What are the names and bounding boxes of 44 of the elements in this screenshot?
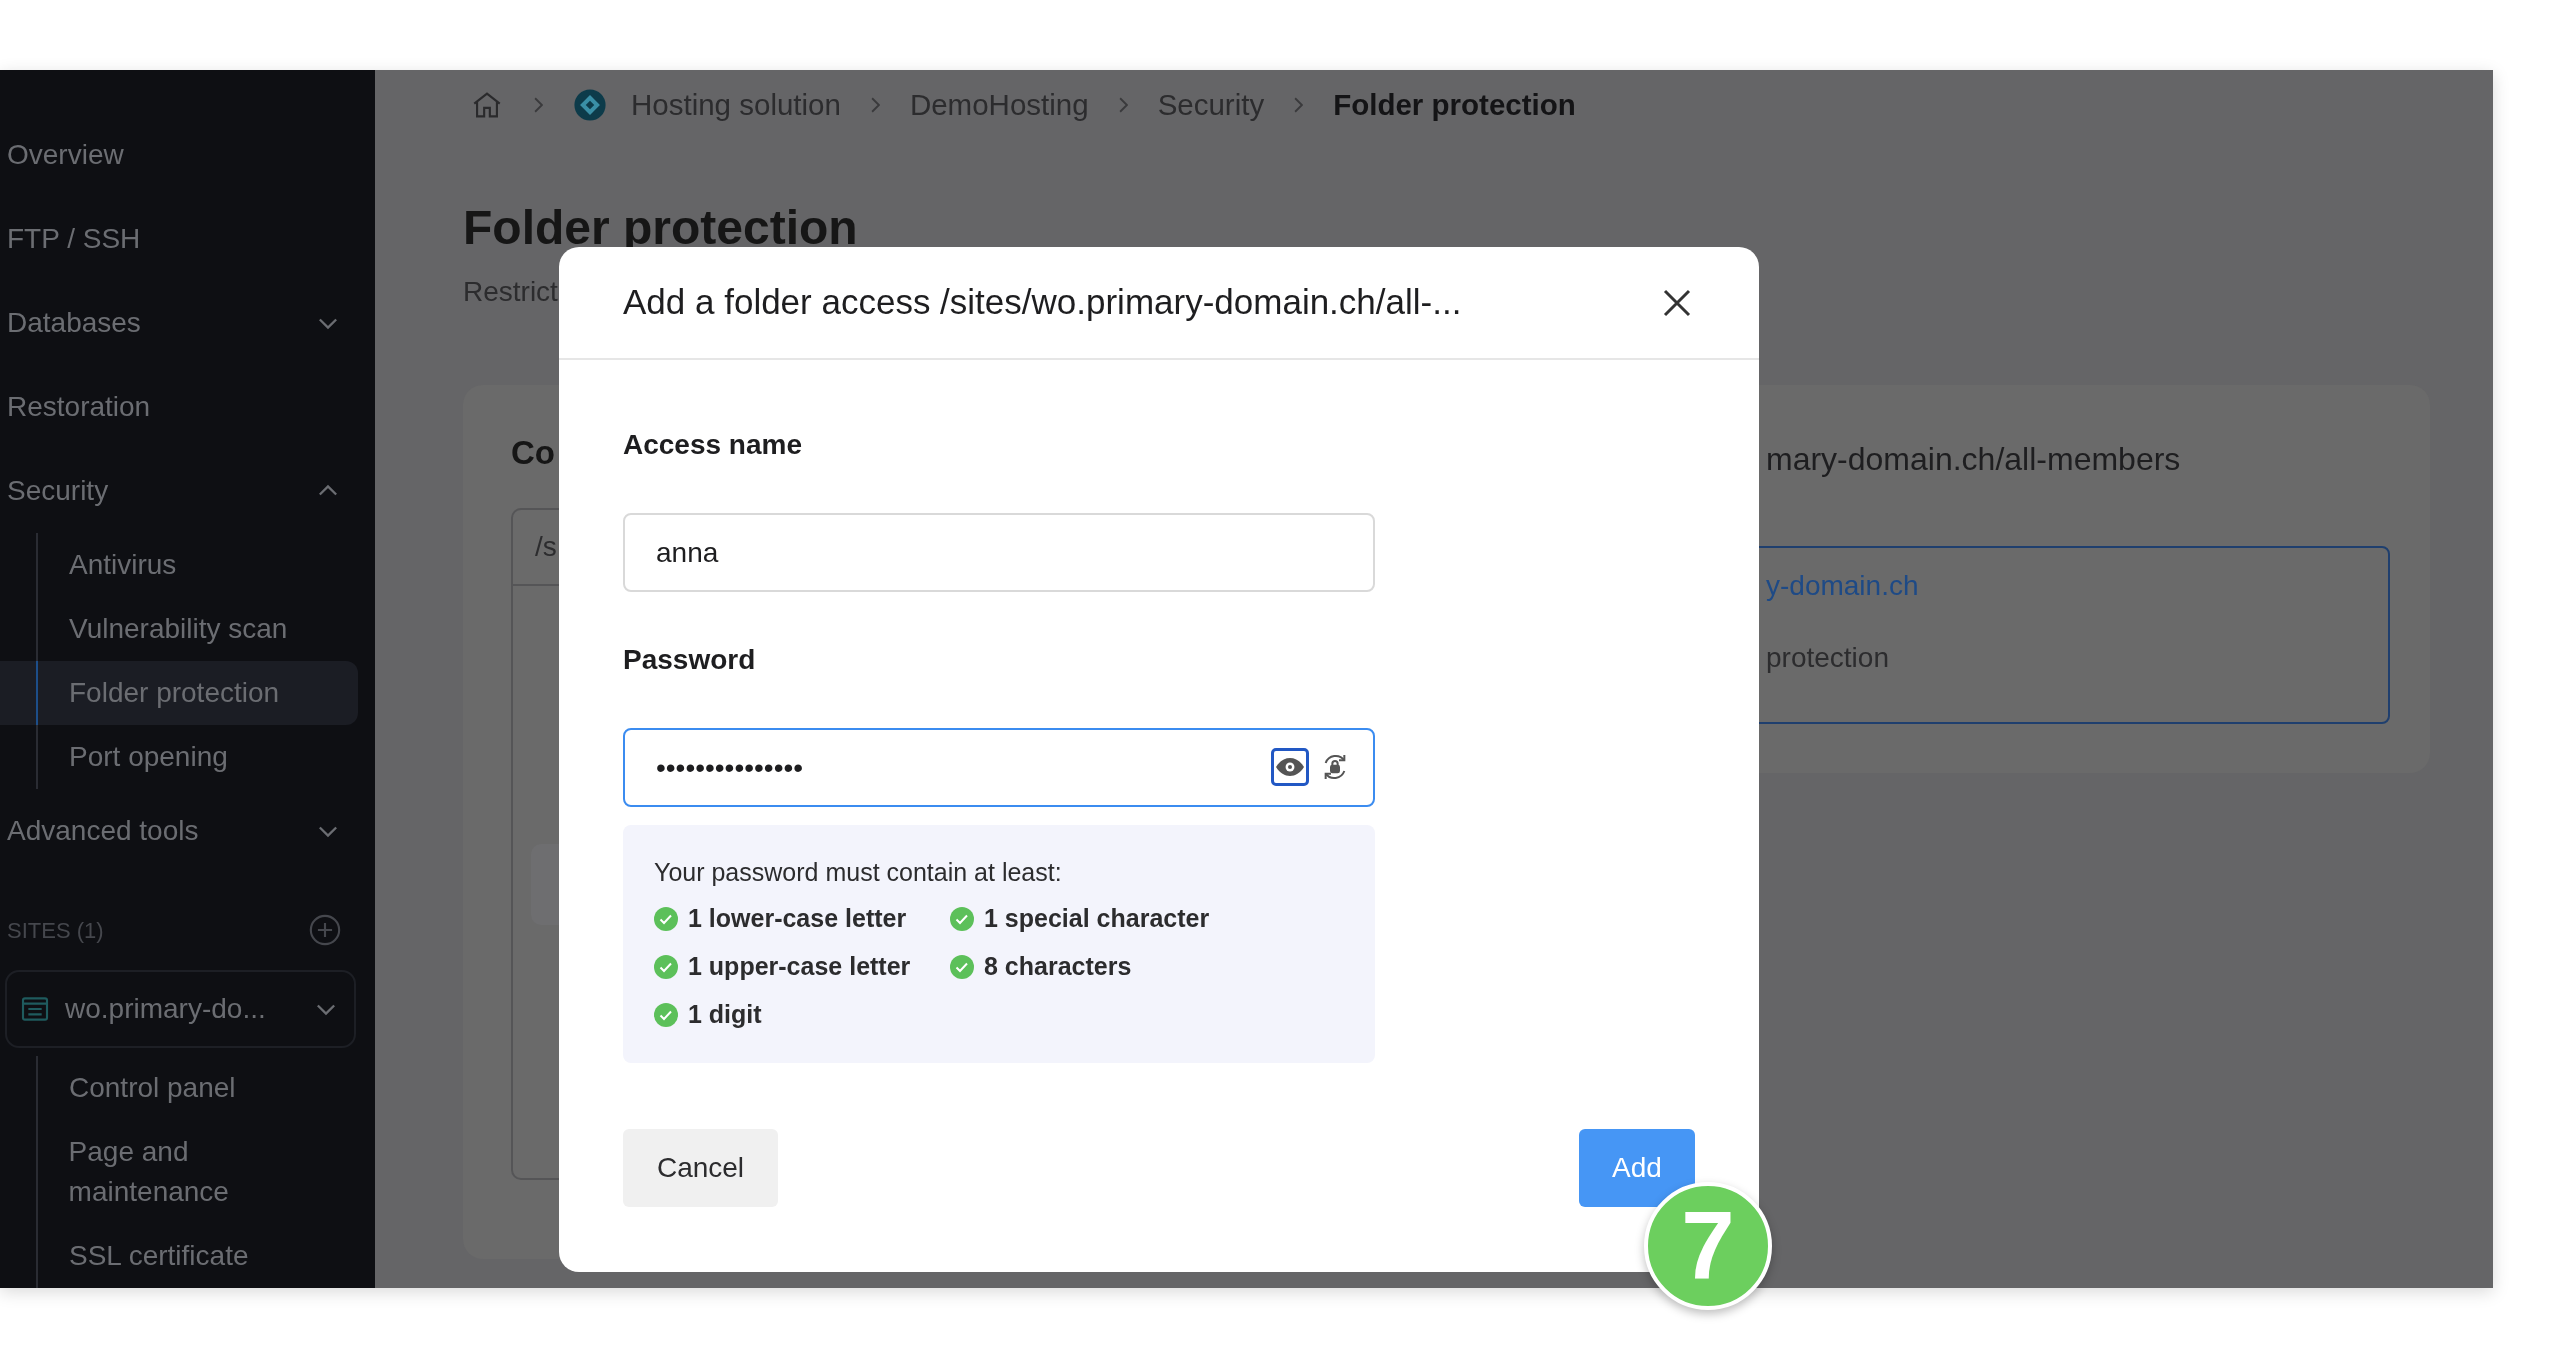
field-label: Password: [623, 643, 757, 677]
chevron-right-icon: [1118, 97, 1128, 113]
sidebar-subitem[interactable]: Antivirus: [38, 545, 177, 585]
site-selector[interactable]: wo.primary-do...: [5, 970, 356, 1048]
sidebar-item[interactable]: Overview: [7, 134, 124, 176]
sidebar-subitem[interactable]: Control panel: [38, 1056, 296, 1120]
breadcrumb-link[interactable]: DemoHosting: [909, 82, 1089, 128]
sidebar-item[interactable]: Databases: [7, 302, 141, 344]
requirement-text: 1 upper-case letter: [688, 951, 911, 983]
show-password-button[interactable]: [1271, 748, 1309, 786]
detail-text: protection: [1766, 641, 1890, 675]
card-heading: mary-domain.ch/all-members: [1766, 440, 2182, 479]
sidebar-item[interactable]: Advanced tools: [7, 810, 199, 852]
chevron-right-icon: [534, 97, 543, 113]
text-field[interactable]: anna: [623, 513, 1375, 592]
list-header: /s: [535, 530, 557, 564]
sidebar-item[interactable]: Restoration: [7, 386, 151, 428]
chevron-right-icon: [870, 97, 880, 113]
password-field[interactable]: •••••••••••••••: [623, 728, 1375, 807]
requirement-text: 1 digit: [688, 999, 762, 1031]
sidebar-item[interactable]: FTP / SSH: [7, 218, 141, 260]
breadcrumb-link[interactable]: Folder protection: [1333, 82, 1576, 128]
cancel-button[interactable]: Cancel: [623, 1129, 778, 1207]
requirement-text: 1 special character: [984, 903, 1210, 935]
sidebar-subitem[interactable]: Vulnerability scan: [38, 609, 288, 649]
field-label: Access name: [623, 428, 803, 462]
breadcrumb-link[interactable]: Security: [1157, 82, 1265, 128]
page-title: Folder protection: [463, 200, 858, 256]
sidebar-subitem[interactable]: Port opening: [38, 737, 228, 777]
card-heading: Co: [511, 433, 555, 473]
requirements-intro: Your password must contain at least:: [654, 857, 1063, 888]
eye-icon: [1276, 758, 1304, 776]
requirement-text: 1 lower-case letter: [688, 903, 907, 935]
add-button[interactable]: Add: [1579, 1129, 1695, 1207]
breadcrumb-link[interactable]: Hosting solution: [631, 82, 841, 128]
sidebar-subitem[interactable]: SSL certificate: [38, 1224, 309, 1288]
modal-title: Add a folder access /sites/wo.primary-domain.ch/all-...: [623, 281, 1462, 324]
logo-icon: [573, 88, 607, 122]
sidebar-item[interactable]: Security: [7, 470, 109, 512]
requirement-text: 8 characters: [984, 951, 1132, 983]
section-label: SITES (1): [7, 916, 104, 945]
page-subtitle: Restrict: [463, 275, 558, 309]
sidebar-subitem[interactable]: Page and maintenance: [37, 1120, 358, 1224]
chevron-right-icon: [1294, 97, 1304, 113]
